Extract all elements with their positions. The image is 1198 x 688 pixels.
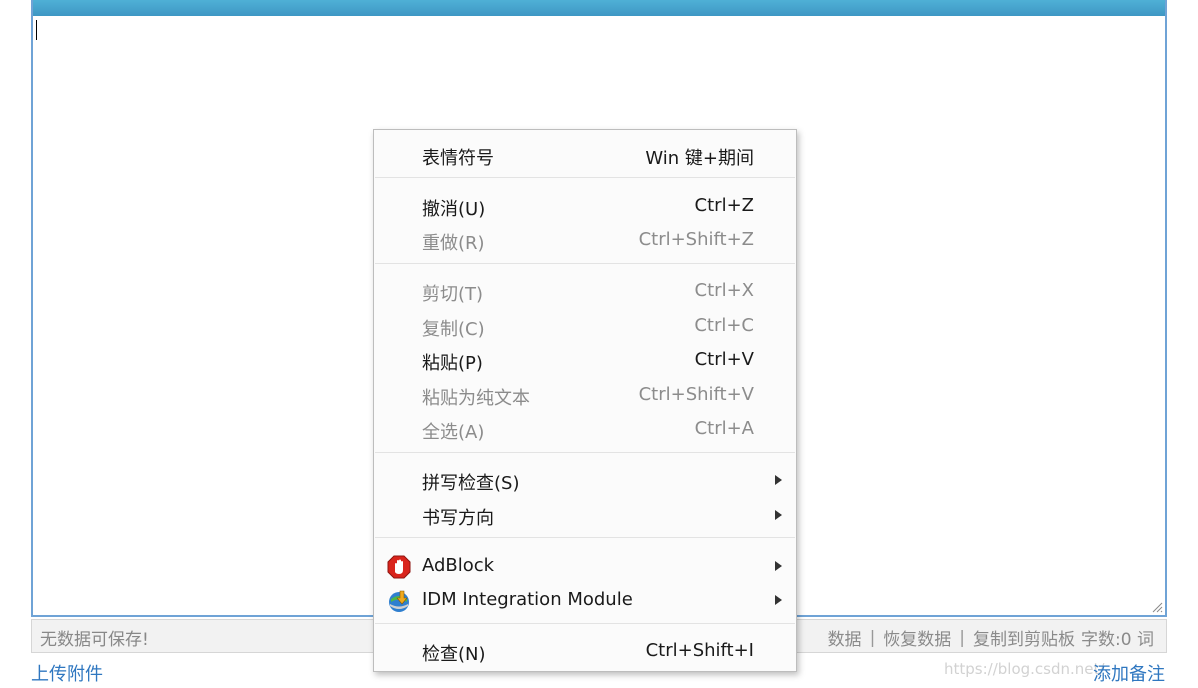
menu-item-writing-direction[interactable]: 书写方向 [374,498,796,532]
word-count-label: 字数: [1081,630,1121,650]
word-count-value: 0 [1120,630,1132,650]
menu-item-shortcut: Ctrl+Shift+I [645,640,754,661]
word-count-unit: 词 [1137,630,1154,650]
menu-item-label: 书写方向 [422,508,494,529]
menu-item-label: 拼写检查(S) [422,473,520,494]
menu-item-shortcut: Win 键+期间 [645,148,754,169]
status-actions: 数据 | 恢复数据 | 复制到剪贴板 字数:0 词 [828,625,1154,651]
submenu-arrow-icon [775,561,782,571]
menu-item-shortcut: Ctrl+Z [694,195,754,216]
menu-item-spell-check[interactable]: 拼写检查(S) [374,463,796,497]
menu-item-inspect[interactable]: 检查(N) Ctrl+Shift+I [374,634,796,668]
menu-item-label: 表情符号 [422,148,494,169]
menu-item-undo[interactable]: 撤消(U) Ctrl+Z [374,189,796,223]
add-note-link[interactable]: 添加备注 [1093,660,1165,686]
menu-separator [375,537,795,538]
adblock-icon [387,555,411,579]
menu-item-select-all[interactable]: 全选(A) Ctrl+A [374,412,796,446]
menu-item-label: 全选(A) [422,422,485,443]
menu-item-label: 复制(C) [422,319,485,340]
menu-item-label: 粘贴(P) [422,353,483,374]
data-action-link[interactable]: 数据 [828,625,862,650]
menu-item-cut[interactable]: 剪切(T) Ctrl+X [374,274,796,308]
menu-item-idm[interactable]: IDM Integration Module [374,583,796,617]
text-caret [36,20,37,40]
menu-item-label: 剪切(T) [422,284,484,305]
menu-item-shortcut: Ctrl+V [694,349,754,370]
menu-item-emoji[interactable]: 表情符号 Win 键+期间 [374,138,796,172]
menu-item-label: 重做(R) [422,233,485,254]
menu-item-paste[interactable]: 粘贴(P) Ctrl+V [374,343,796,377]
menu-separator [375,177,795,178]
resize-grip-icon[interactable] [1151,601,1163,613]
menu-item-shortcut: Ctrl+Shift+Z [638,229,754,250]
restore-data-link[interactable]: 恢复数据 [883,625,951,650]
context-menu: 表情符号 Win 键+期间 撤消(U) Ctrl+Z 重做(R) Ctrl+Sh… [373,129,797,672]
menu-item-label: 检查(N) [422,644,486,665]
watermark-text: https://blog.csdn.net/ [944,660,1105,678]
save-status-text: 无数据可保存! [40,630,149,650]
submenu-arrow-icon [775,510,782,520]
menu-separator [375,263,795,264]
divider: | [959,627,966,648]
submenu-arrow-icon [775,475,782,485]
menu-separator [375,452,795,453]
word-count: 字数:0 词 [1075,625,1154,650]
menu-item-label: 撤消(U) [422,199,486,220]
menu-item-copy[interactable]: 复制(C) Ctrl+C [374,309,796,343]
menu-item-adblock[interactable]: AdBlock [374,549,796,583]
menu-item-shortcut: Ctrl+X [694,280,754,301]
menu-item-shortcut: Ctrl+A [694,418,754,439]
upload-attachment-link[interactable]: 上传附件 [31,660,103,686]
page: 无数据可保存! 数据 | 恢复数据 | 复制到剪贴板 字数:0 词 上传附件 h… [0,0,1198,688]
divider: | [869,627,876,648]
menu-item-label: 粘贴为纯文本 [422,388,530,409]
idm-icon [389,590,409,612]
menu-item-label: AdBlock [422,555,495,576]
copy-to-clipboard-link[interactable]: 复制到剪贴板 [973,625,1075,650]
editor-toolbar-strip [33,0,1165,16]
menu-item-shortcut: Ctrl+Shift+V [638,384,754,405]
menu-item-paste-plain-text[interactable]: 粘贴为纯文本 Ctrl+Shift+V [374,378,796,412]
menu-item-label: IDM Integration Module [422,589,633,610]
menu-separator [375,623,795,624]
submenu-arrow-icon [775,595,782,605]
menu-item-redo[interactable]: 重做(R) Ctrl+Shift+Z [374,223,796,257]
menu-item-shortcut: Ctrl+C [694,315,754,336]
